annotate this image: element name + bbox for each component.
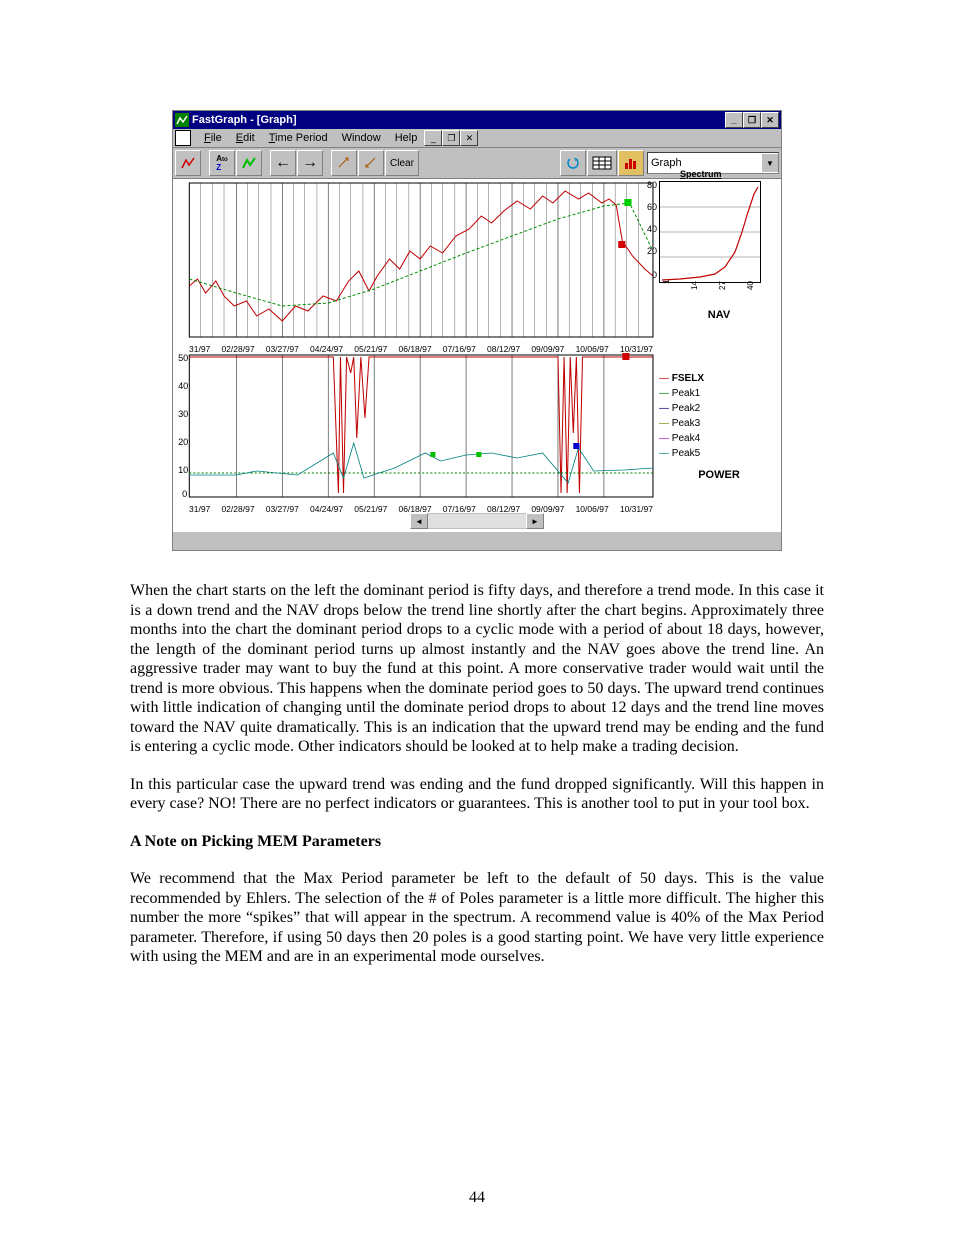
power-x-axis: 31/97 02/28/97 03/27/97 04/24/97 05/21/9… [175, 504, 655, 516]
draw-button[interactable] [236, 150, 262, 176]
refresh-button[interactable] [560, 150, 586, 176]
window-title: FastGraph - [Graph] [192, 114, 297, 126]
mdi-icon[interactable] [175, 130, 191, 146]
prev-button[interactable]: ← [270, 150, 296, 176]
svg-text:50: 50 [178, 353, 188, 363]
svg-text:40: 40 [178, 381, 188, 391]
menu-window[interactable]: Window [335, 132, 388, 144]
zoomin-button[interactable] [331, 150, 357, 176]
svg-text:10: 10 [178, 465, 188, 475]
grid-button[interactable] [587, 150, 617, 176]
fastgraph-window: FastGraph - [Graph] _ ❐ ✕ File Edit Time… [172, 110, 782, 551]
chart-button[interactable] [175, 150, 201, 176]
chevron-down-icon: ▼ [761, 154, 778, 172]
menu-help[interactable]: Help [388, 132, 425, 144]
paragraph-2: In this particular case the upward trend… [130, 775, 824, 814]
paragraph-3: We recommend that the Max Period paramet… [130, 869, 824, 967]
maximize-button[interactable]: ❐ [743, 112, 761, 128]
close-button[interactable]: ✕ [761, 112, 779, 128]
mdi-close-button[interactable]: ✕ [460, 130, 478, 146]
nav-chart[interactable]: 31/97 02/28/97 03/27/97 04/24/97 05/21/9… [175, 181, 655, 351]
menu-time-period[interactable]: Time Period [262, 132, 335, 144]
svg-text:30: 30 [178, 409, 188, 419]
power-legend: — FSELX — Peak1 — Peak2 — Peak3 — Peak4 … [659, 371, 779, 461]
nav-label: NAV [659, 309, 779, 321]
menubar: File Edit Time Period Window Help _ ❐ ✕ [173, 129, 781, 148]
zoomout-button[interactable] [358, 150, 384, 176]
mdi-minimize-button[interactable]: _ [424, 130, 442, 146]
az-button[interactable]: AtoZ [209, 150, 235, 176]
statusbar [173, 531, 781, 550]
clear-button[interactable]: Clear [385, 150, 419, 176]
app-icon [175, 113, 189, 127]
power-label: POWER [659, 469, 779, 481]
minimize-button[interactable]: _ [725, 112, 743, 128]
mdi-maximize-button[interactable]: ❐ [442, 130, 460, 146]
menu-file[interactable]: File [197, 132, 229, 144]
svg-text:0: 0 [182, 489, 187, 499]
menu-edit[interactable]: Edit [229, 132, 262, 144]
view-combo-value: Graph [648, 157, 761, 169]
spectrum-label: Spectrum [680, 169, 722, 179]
spectrum-chart[interactable]: 80 60 40 20 0 Spectrum 1 14 [659, 181, 761, 283]
power-chart[interactable]: 50 40 30 20 10 0 [175, 353, 655, 511]
bars-button[interactable] [618, 150, 644, 176]
body-text: When the chart starts on the left the do… [130, 581, 824, 967]
heading: A Note on Picking MEM Parameters [130, 832, 824, 852]
svg-text:20: 20 [178, 437, 188, 447]
page-number: 44 [0, 1189, 954, 1207]
titlebar[interactable]: FastGraph - [Graph] _ ❐ ✕ [173, 111, 781, 129]
paragraph-1: When the chart starts on the left the do… [130, 581, 824, 757]
next-button[interactable]: → [297, 150, 323, 176]
